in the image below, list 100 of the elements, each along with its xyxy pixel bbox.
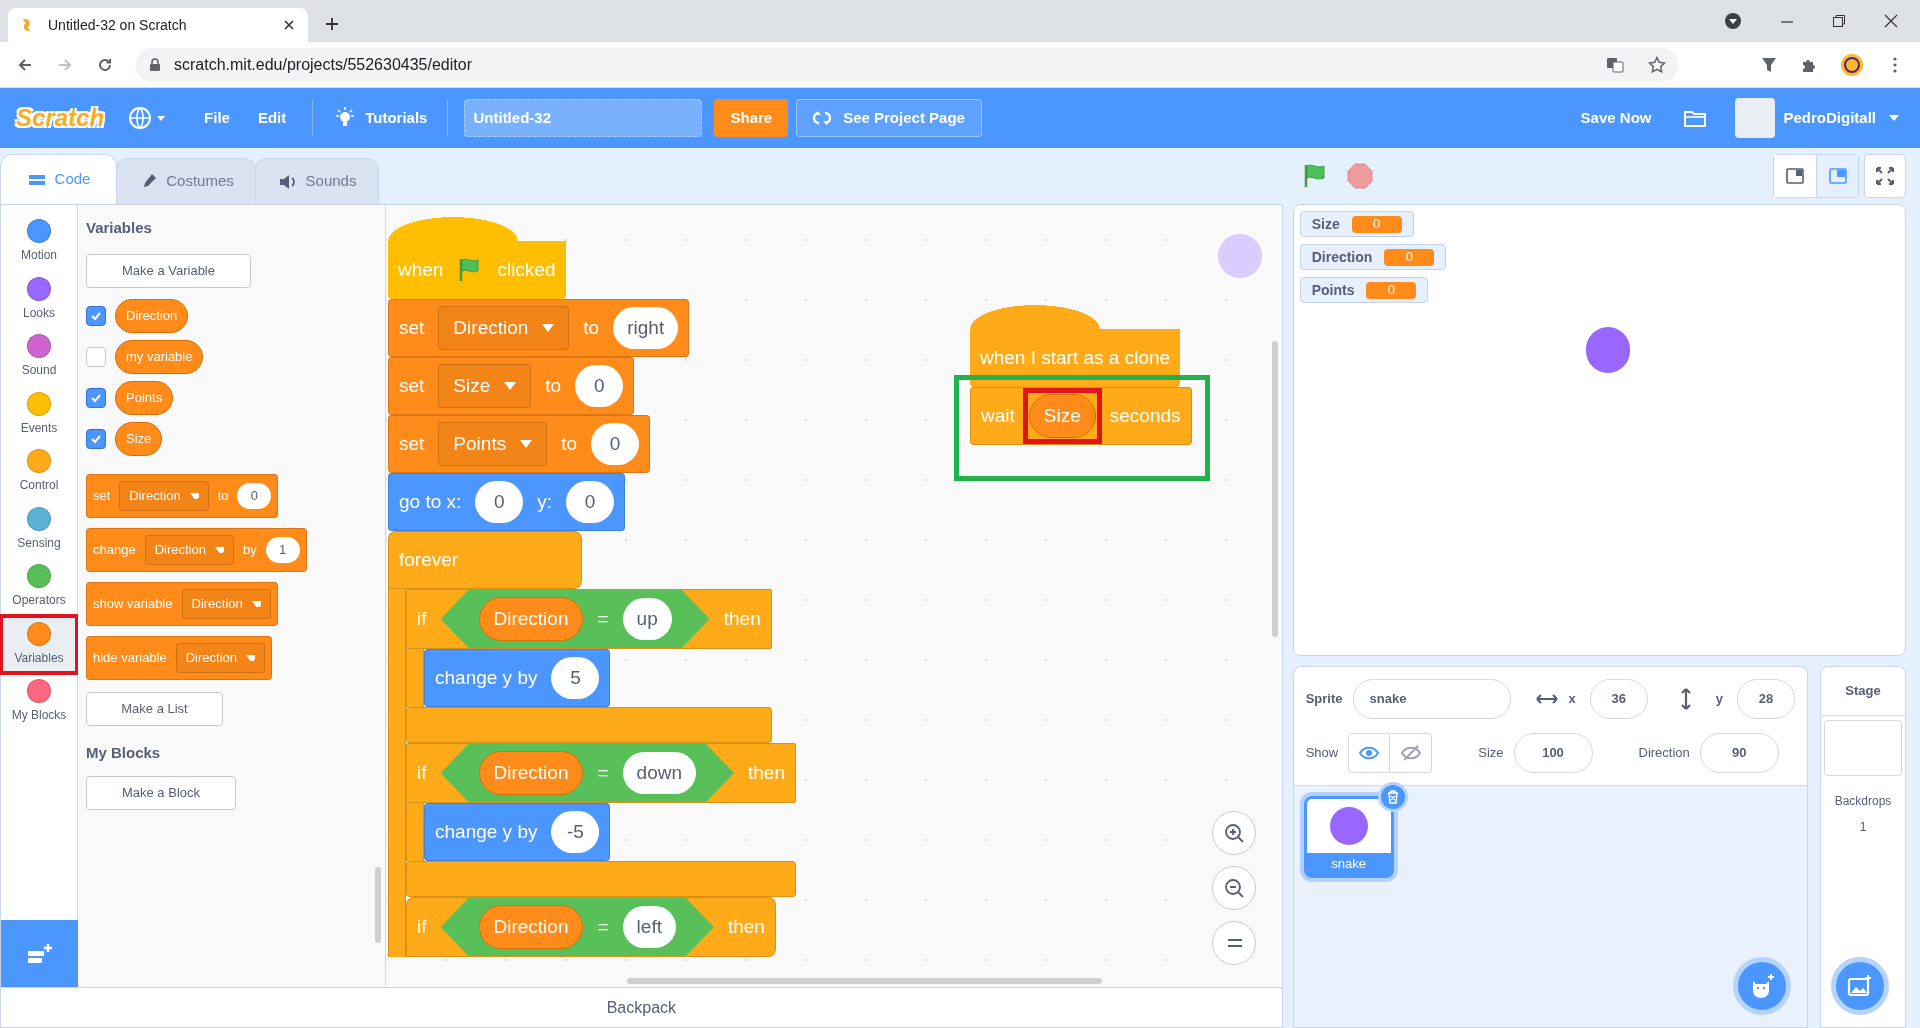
address-bar[interactable]: scratch.mit.edu/projects/552630435/editor <box>136 47 1678 82</box>
value-input[interactable]: 0 <box>575 365 624 407</box>
code-block[interactable]: change Direction by 1 <box>86 527 307 572</box>
value-input[interactable]: 0 <box>591 423 640 465</box>
category-label: Looks <box>23 304 55 322</box>
value-input[interactable]: up <box>622 598 672 640</box>
block-label: forever <box>399 547 459 572</box>
sprite-name: snake <box>1306 853 1391 875</box>
url-text: scratch.mit.edu/projects/552630435/editor <box>174 54 473 75</box>
value-input[interactable]: -5 <box>551 811 600 853</box>
block-label: to <box>583 315 600 340</box>
category-item[interactable]: Sensing <box>1 500 77 558</box>
block-label: by <box>242 540 257 559</box>
block-label: if <box>417 606 427 631</box>
section-heading: Variables <box>86 218 152 238</box>
block-label: change y by <box>435 819 538 844</box>
equals-condition-block[interactable]: Direction = up <box>440 590 710 648</box>
value-input[interactable]: 1 <box>265 536 300 563</box>
block-label: set <box>93 486 111 505</box>
value-input[interactable]: down <box>622 752 696 794</box>
value-input[interactable]: left <box>622 906 676 948</box>
monitor-value: 0 <box>1366 281 1417 299</box>
value-input[interactable]: 0 <box>237 482 272 509</box>
category-label: Sensing <box>17 534 61 552</box>
block-label: wait <box>981 403 1015 428</box>
value-input[interactable]: right <box>613 307 679 349</box>
c-block-top[interactable]: if Direction = up then <box>406 589 772 649</box>
block-label: seconds <box>1109 403 1181 428</box>
block-label: y: <box>537 489 553 514</box>
block-label: when I start as a clone <box>980 345 1171 370</box>
backdrops-label: Backdrops <box>1834 793 1892 810</box>
field-label: y <box>1715 690 1723 709</box>
block-label: when <box>398 257 444 282</box>
section-heading: My Blocks <box>86 742 161 763</box>
stage-title: Stage <box>1845 682 1881 701</box>
make-block-button[interactable]: Make a Block <box>86 776 236 810</box>
monitor-label: Direction <box>1311 247 1373 267</box>
category-label: Variables <box>14 649 64 667</box>
equals-condition-block[interactable]: Direction = down <box>440 744 734 802</box>
category-label: Control <box>19 477 59 495</box>
block-label: set <box>399 373 425 398</box>
category-label: My Blocks <box>11 707 67 725</box>
make-variable-button[interactable]: Make a Variable <box>86 253 251 288</box>
field-label: Show <box>1305 744 1339 763</box>
block-label: change y by <box>435 665 538 690</box>
code-block[interactable]: go to x: 0 y: 0 <box>388 473 626 531</box>
block-label: then <box>748 760 785 785</box>
tab-title: Untitled-32 on Scratch <box>48 15 188 35</box>
monitor-value: 0 <box>1384 248 1435 266</box>
category-label: Events <box>20 419 58 437</box>
code-block[interactable]: set Direction to 0 <box>86 473 279 518</box>
category-label: Sound <box>21 362 57 380</box>
field-label: Sprite <box>1305 690 1343 709</box>
category-label: Operators <box>12 592 66 610</box>
value-input[interactable]: 0 <box>566 481 615 523</box>
category-item[interactable]: Variables <box>1 615 77 673</box>
category-item[interactable]: Looks <box>1 270 77 328</box>
monitor-label: Size <box>1311 214 1340 234</box>
block-label: set <box>399 315 425 340</box>
field-label: Size <box>1478 744 1504 763</box>
block-label: then <box>727 914 765 939</box>
monitor-label: Points <box>1311 280 1355 300</box>
category-item[interactable]: My Blocks <box>1 673 77 731</box>
category-item[interactable]: Events <box>1 385 77 443</box>
code-block[interactable]: change y by -5 <box>424 803 611 861</box>
block-label: set <box>399 431 425 456</box>
category-item[interactable]: Operators <box>1 558 77 616</box>
c-block-top[interactable]: if Direction = left then <box>406 897 776 957</box>
code-block[interactable]: set Direction to right <box>388 299 690 357</box>
backdrops-count: 1 <box>1859 819 1867 836</box>
block-label: if <box>417 914 427 939</box>
make-list-button[interactable]: Make a List <box>86 691 223 726</box>
block-label: to <box>561 431 578 456</box>
block-label: hide variable <box>93 648 167 667</box>
field-label: Direction <box>1638 744 1690 763</box>
block-label: then <box>723 606 761 631</box>
c-block-top[interactable]: if Direction = down then <box>406 743 796 803</box>
block-label: = <box>597 606 609 631</box>
value-input[interactable]: 0 <box>475 481 524 523</box>
category-item[interactable]: Control <box>1 443 77 501</box>
browser-tab[interactable]: Untitled-32 on Scratch <box>8 8 308 42</box>
block-label: change <box>93 540 136 559</box>
field-label: x <box>1568 690 1576 709</box>
equals-condition-block[interactable]: Direction = left <box>440 898 714 956</box>
block-label: go to x: <box>399 489 462 514</box>
block-label: = <box>597 760 609 785</box>
block-label: show variable <box>93 594 173 613</box>
editor-tab[interactable]: Costumes <box>116 158 256 204</box>
backpack-label[interactable]: Backpack <box>606 995 677 1020</box>
category-item[interactable]: Motion <box>1 213 77 271</box>
category-label: Motion <box>21 247 57 265</box>
code-block[interactable]: set Points to 0 <box>388 415 651 473</box>
block-label: to <box>217 486 229 505</box>
editor-tab[interactable]: Sounds <box>255 158 379 204</box>
category-item[interactable]: Sound <box>1 328 77 386</box>
code-block[interactable]: set Size to 0 <box>388 357 635 415</box>
code-block[interactable]: change y by 5 <box>424 649 611 707</box>
value-input[interactable]: 5 <box>551 657 600 699</box>
block-label: = <box>597 914 609 939</box>
block-label: to <box>545 373 562 398</box>
